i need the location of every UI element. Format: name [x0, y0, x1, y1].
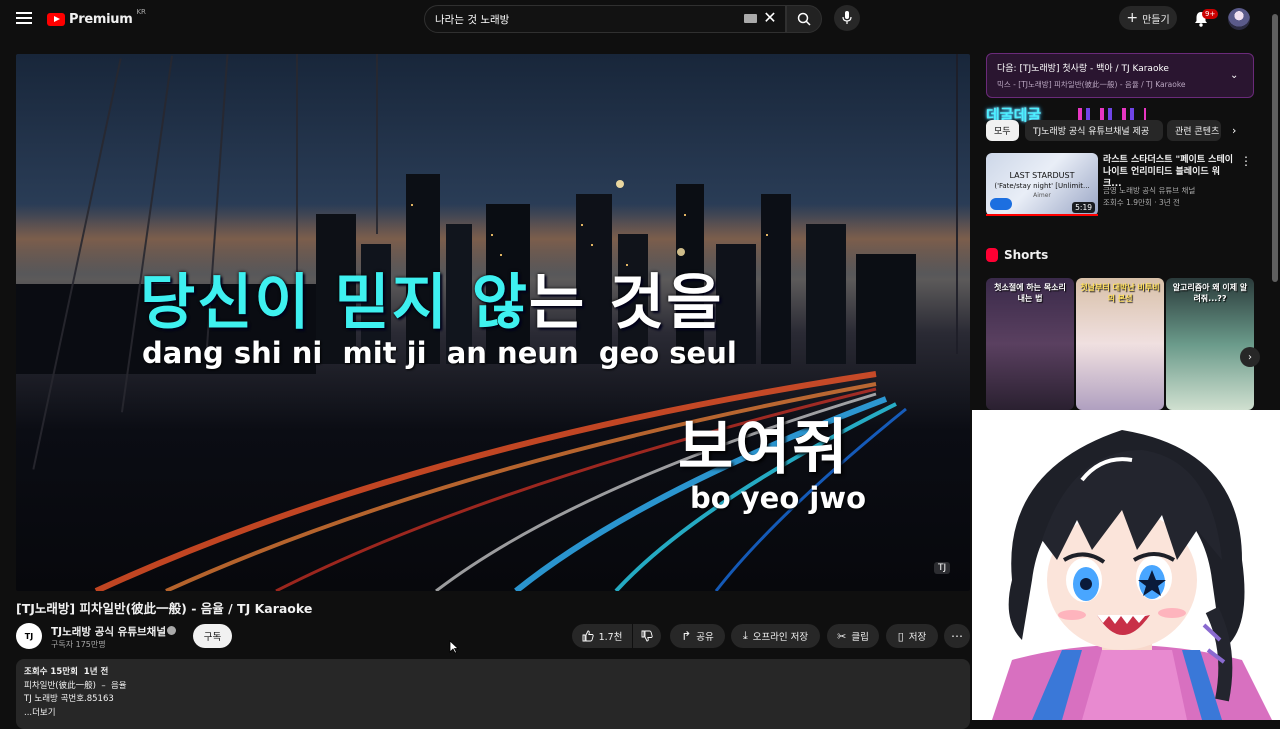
up-next-subtitle: 믹스 - [TJ노래방] 피차일반(彼此一般) - 음율 / TJ Karaok…: [997, 80, 1186, 89]
lyric-sung-part: 당신이 믿지 않: [140, 268, 529, 338]
clip-button[interactable]: ✂ 클립: [827, 624, 879, 648]
chevron-down-icon[interactable]: ⌄: [1230, 70, 1238, 81]
save-button[interactable]: ▯ 저장: [886, 624, 938, 648]
thumbnail-subtitle: ('Fate/stay night' [Unlimit...: [994, 182, 1090, 190]
chevron-right-icon[interactable]: ›: [1232, 124, 1236, 137]
top-bar: Premium KR ✕ + 만들기 9+: [0, 0, 1280, 38]
keyboard-icon[interactable]: [744, 14, 757, 23]
share-icon: ↱: [681, 629, 692, 643]
short-caption: 첫소절에 하는 목소리 내는 법: [994, 283, 1066, 303]
shorts-heading: Shorts: [986, 248, 1048, 262]
recommended-thumbnail[interactable]: LAST STARDUST ('Fate/stay night' [Unlimi…: [986, 153, 1098, 216]
bridge-cable: [956, 54, 958, 354]
video-player[interactable]: 당신이 믿지 않는 것을 dang shi ni mit ji an neun …: [16, 54, 970, 591]
bridge-cable: [376, 54, 378, 234]
subscribe-button[interactable]: 구독: [193, 624, 232, 648]
thumbnail-title: LAST STARDUST: [1009, 171, 1075, 180]
chip-channel[interactable]: TJ노래방 공식 유튜브채널 제공: [1025, 120, 1163, 141]
short-card[interactable]: 첫날부터 대박난 비투비의 본선: [1076, 278, 1164, 410]
vtuber-avatar-overlay: [972, 410, 1280, 720]
bookmark-icon: ▯: [897, 629, 904, 643]
channel-name[interactable]: TJ노래방 공식 유튜브채널: [51, 624, 166, 639]
thumbnail-text: LAST STARDUST ('Fate/stay night' [Unlimi…: [992, 171, 1092, 201]
search-icon: [797, 12, 811, 26]
more-horizontal-icon: ⋯: [951, 629, 963, 643]
video-duration: 5:19: [1072, 202, 1095, 213]
video-title: [TJ노래방] 피차일반(彼此一般) - 음율 / TJ Karaoke: [16, 601, 313, 616]
offline-save-label: 오프라인 저장: [752, 632, 809, 643]
youtube-premium-logo[interactable]: Premium KR: [47, 8, 146, 28]
description-line: TJ 노래방 곡번호.85163: [24, 694, 114, 704]
description-box[interactable]: 조회수 15만회 1년 전 피차일반(彼此一般) – 음율 TJ 노래방 곡번호…: [16, 659, 970, 729]
channel-avatar[interactable]: TJ: [16, 623, 42, 649]
clear-search-icon[interactable]: ✕: [762, 10, 778, 26]
save-label: 저장: [908, 632, 927, 643]
chip-related[interactable]: 관련 콘텐츠: [1167, 120, 1221, 141]
search-input[interactable]: [435, 13, 735, 25]
vtuber-character: [992, 430, 1272, 720]
short-card[interactable]: 알고리즘아 왜 이제 알려줘...??: [1166, 278, 1254, 410]
ky-logo-icon: [990, 198, 1012, 210]
notification-count-badge: 9+: [1202, 9, 1219, 19]
search-box: [424, 5, 786, 33]
thumbs-down-icon: [641, 630, 653, 642]
tj-watermark: TJ: [934, 562, 951, 574]
create-label: 만들기: [1142, 14, 1170, 26]
plus-icon: +: [1126, 10, 1139, 26]
more-actions-button[interactable]: ⋯: [944, 624, 970, 648]
description-line: 피차일반(彼此一般) – 음율: [24, 680, 127, 691]
view-count-date: 조회수 15만회 1년 전: [24, 667, 109, 677]
short-card[interactable]: 첫소절에 하는 목소리 내는 법: [986, 278, 1074, 410]
download-icon: ⤓: [742, 629, 748, 642]
romanization-line-2: bo yeo jwo: [690, 481, 867, 515]
lyric-line-2: 보여줘: [678, 413, 850, 483]
watch-progress-bar: [986, 214, 1098, 216]
chip-all[interactable]: 모두: [986, 120, 1019, 141]
shorts-next-button[interactable]: ›: [1240, 347, 1260, 367]
lyric-unsung-part: 는 것을: [528, 268, 724, 338]
bridge-cable: [296, 54, 298, 284]
like-count: 1.7천: [598, 632, 623, 643]
like-button[interactable]: 1.7천: [572, 624, 632, 648]
account-avatar[interactable]: [1228, 8, 1250, 30]
short-caption: 알고리즘아 왜 이제 알려줘...??: [1172, 283, 1248, 303]
scissors-icon: ✂: [837, 629, 847, 643]
short-caption: 첫날부터 대박난 비투비의 본선: [1080, 283, 1160, 303]
lyric-line-1: 당신이 믿지 않는 것을: [140, 254, 723, 341]
more-vertical-icon[interactable]: ⋮: [1240, 154, 1252, 168]
recommended-channel[interactable]: 금영 노래방 공식 유튜브 채널: [1103, 185, 1195, 196]
voice-search-button[interactable]: [834, 5, 860, 31]
create-button[interactable]: + 만들기: [1119, 6, 1177, 30]
up-next-title: 다음: [TJ노래방] 첫사랑 - 백아 / TJ Karaoke: [997, 64, 1169, 74]
share-button[interactable]: ↱ 공유: [670, 624, 725, 648]
shorts-icon: [986, 248, 998, 262]
logo-text: Premium: [69, 11, 133, 27]
share-label: 공유: [696, 632, 714, 643]
recommended-meta: 조회수 1.9만회 · 3년 전: [1103, 198, 1180, 207]
logo-region: KR: [136, 8, 146, 16]
menu-icon[interactable]: [12, 9, 36, 29]
show-more-link[interactable]: ...더보기: [24, 707, 962, 721]
thumbs-up-icon: [582, 630, 594, 642]
youtube-play-icon: [47, 12, 65, 26]
subscriber-count: 구독자 175만명: [51, 640, 106, 649]
clip-label: 클립: [851, 632, 869, 643]
mic-icon: [842, 11, 852, 24]
mouse-cursor: [449, 640, 459, 654]
shorts-title: Shorts: [1004, 248, 1049, 262]
up-next-box[interactable]: 다음: [TJ노래방] 첫사랑 - 백아 / TJ Karaoke 믹스 - […: [986, 53, 1254, 98]
verified-check-icon: [167, 626, 176, 635]
dislike-button[interactable]: [633, 624, 661, 648]
offline-save-button[interactable]: ⤓ 오프라인 저장: [731, 624, 820, 648]
romanization-line-1: dang shi ni mit ji an neun geo seul: [142, 336, 737, 370]
search-button[interactable]: [786, 5, 822, 33]
scrollbar-thumb[interactable]: [1272, 14, 1278, 282]
